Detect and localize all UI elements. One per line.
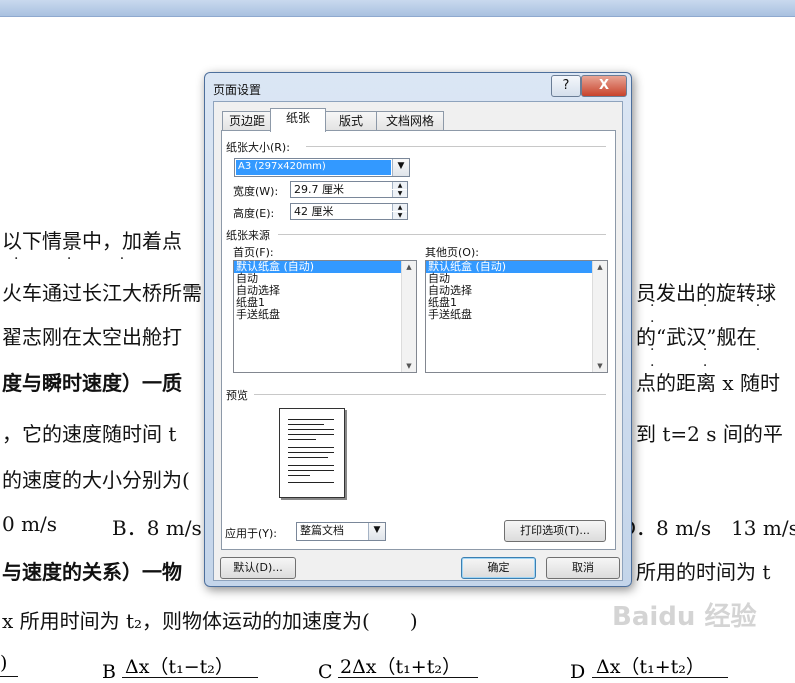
- list-item[interactable]: 手送纸盘: [426, 309, 607, 321]
- doc-line: 翟志刚在太空出舱打: [2, 325, 182, 349]
- scrollbar[interactable]: ▲ ▼: [401, 261, 416, 372]
- doc-line: 所用的时间为 t: [636, 560, 771, 584]
- cancel-button[interactable]: 取消: [546, 557, 620, 579]
- other-pages-list[interactable]: 默认纸盒 (自动) 自动 自动选择 纸盘1 手送纸盘 ▲ ▼: [425, 260, 608, 373]
- emphasis-dots: · · · ·: [650, 298, 783, 330]
- print-options-button[interactable]: 打印选项(T)...: [504, 520, 606, 542]
- tab-document-grid[interactable]: 文档网格: [376, 111, 444, 131]
- doc-line: 的速度的大小分别为(: [2, 468, 190, 492]
- tab-layout[interactable]: 版式: [324, 111, 378, 131]
- dialog-client: 页边距 纸张 版式 文档网格 纸张大小(R): A3 (297x420mm) ▼…: [213, 101, 623, 581]
- preview-text-line: [288, 470, 334, 471]
- apply-to-select[interactable]: 整篇文档 ▼: [296, 522, 386, 541]
- spin-up-icon[interactable]: ▲: [392, 182, 407, 189]
- preview-text-line: [288, 424, 324, 425]
- width-label: 宽度(W):: [233, 185, 279, 198]
- scroll-down-icon[interactable]: ▼: [402, 360, 416, 372]
- preview-text-line: [288, 475, 310, 476]
- paper-tab-panel: 纸张大小(R): A3 (297x420mm) ▼ 宽度(W): 29.7 厘米…: [221, 130, 616, 550]
- height-spinner[interactable]: 42 厘米 ▲ ▼: [290, 203, 408, 220]
- watermark: Baidu 经验: [612, 602, 757, 632]
- list-item[interactable]: 手送纸盘: [234, 309, 416, 321]
- spin-down-icon[interactable]: ▼: [392, 190, 407, 197]
- fraction-c: 2Δx（t₁+t₂）: [340, 656, 461, 678]
- close-button[interactable]: X: [581, 75, 627, 97]
- doc-line: D．8 m/s 13 m/s: [620, 516, 795, 540]
- preview-text-line: [288, 465, 334, 466]
- fraction-line: [122, 677, 258, 678]
- doc-line: ，它的速度随时间 t: [2, 422, 177, 446]
- other-pages-label: 其他页(O):: [425, 246, 479, 259]
- emphasis-dots: · · ·: [14, 251, 147, 267]
- scroll-up-icon[interactable]: ▲: [402, 261, 416, 273]
- preview-text-line: [288, 457, 328, 458]
- fraction-d: Δx（t₁+t₂）: [596, 656, 705, 678]
- scroll-up-icon[interactable]: ▲: [593, 261, 607, 273]
- scroll-down-icon[interactable]: ▼: [593, 360, 607, 372]
- doc-line: 与速度的关系）一物: [2, 560, 182, 584]
- fraction-line: [338, 677, 478, 678]
- list-item[interactable]: 默认纸盒 (自动): [426, 261, 607, 273]
- fraction-a: ): [0, 652, 8, 674]
- paper-size-value: A3 (297x420mm): [236, 160, 391, 175]
- chevron-down-icon[interactable]: ▼: [392, 159, 409, 176]
- group-rule: [278, 234, 606, 235]
- group-rule: [306, 146, 606, 147]
- doc-line: 0 m/s: [2, 512, 58, 536]
- dialog-title: 页面设置: [213, 83, 262, 97]
- chevron-down-icon[interactable]: ▼: [368, 523, 385, 540]
- scrollbar[interactable]: ▲ ▼: [592, 261, 607, 372]
- help-button[interactable]: ?: [551, 75, 581, 97]
- paper-size-select[interactable]: A3 (297x420mm) ▼: [234, 158, 410, 177]
- preview-text-line: [288, 447, 334, 448]
- height-value: 42 厘米: [294, 205, 334, 218]
- preview-text-line: [288, 452, 334, 453]
- preview-page: [279, 408, 345, 498]
- list-item[interactable]: 默认纸盒 (自动): [234, 261, 416, 273]
- preview-text-line: [288, 429, 334, 430]
- default-button[interactable]: 默认(D)...: [220, 557, 296, 579]
- option-d: D: [570, 661, 586, 683]
- fraction-b: Δx（t₁−t₂）: [125, 656, 234, 678]
- paper-source-group-title: 纸张来源: [226, 229, 270, 242]
- doc-line: 火车通过长江大桥所需: [2, 281, 202, 305]
- doc-line: 以下情景中，加着点: [2, 229, 182, 253]
- spin-up-icon[interactable]: ▲: [392, 204, 407, 211]
- apply-to-value: 整篇文档: [300, 524, 344, 537]
- option-b: B: [102, 661, 116, 683]
- paper-size-group-title: 纸张大小(R):: [226, 141, 290, 154]
- preview-text-line: [288, 419, 334, 420]
- fraction-line: [592, 677, 728, 678]
- ok-button[interactable]: 确定: [461, 557, 536, 579]
- emphasis-dots: · · · · ·: [650, 342, 783, 374]
- doc-line: 度与瞬时速度）一质: [2, 371, 182, 395]
- apply-to-label: 应用于(Y):: [225, 527, 278, 540]
- preview-text-line: [288, 482, 334, 483]
- first-page-list[interactable]: 默认纸盒 (自动) 自动 自动选择 纸盘1 手送纸盘 ▲ ▼: [233, 260, 417, 373]
- tab-margins[interactable]: 页边距: [222, 111, 272, 131]
- preview-text-line: [288, 434, 334, 435]
- page-setup-dialog: 页面设置 ? X 页边距 纸张 版式 文档网格 纸张大小(R): A3 (297…: [204, 72, 632, 587]
- group-rule: [254, 394, 606, 395]
- width-value: 29.7 厘米: [294, 183, 344, 196]
- window-top-bar: [0, 0, 795, 17]
- width-spinner[interactable]: 29.7 厘米 ▲ ▼: [290, 181, 408, 198]
- option-c: C: [318, 661, 333, 683]
- preview-text-line: [288, 439, 316, 440]
- first-page-label: 首页(F):: [233, 246, 274, 259]
- doc-line: x 所用时间为 t₂，则物体运动的加速度为( ): [2, 609, 418, 633]
- fraction-line: [0, 676, 18, 677]
- preview-group-title: 预览: [226, 389, 248, 402]
- spin-down-icon[interactable]: ▼: [392, 212, 407, 219]
- height-label: 高度(E):: [233, 207, 275, 220]
- doc-line: B．8 m/s: [112, 516, 202, 540]
- doc-line: 到 t=2 s 间的平: [636, 422, 783, 446]
- tab-paper[interactable]: 纸张: [270, 108, 326, 132]
